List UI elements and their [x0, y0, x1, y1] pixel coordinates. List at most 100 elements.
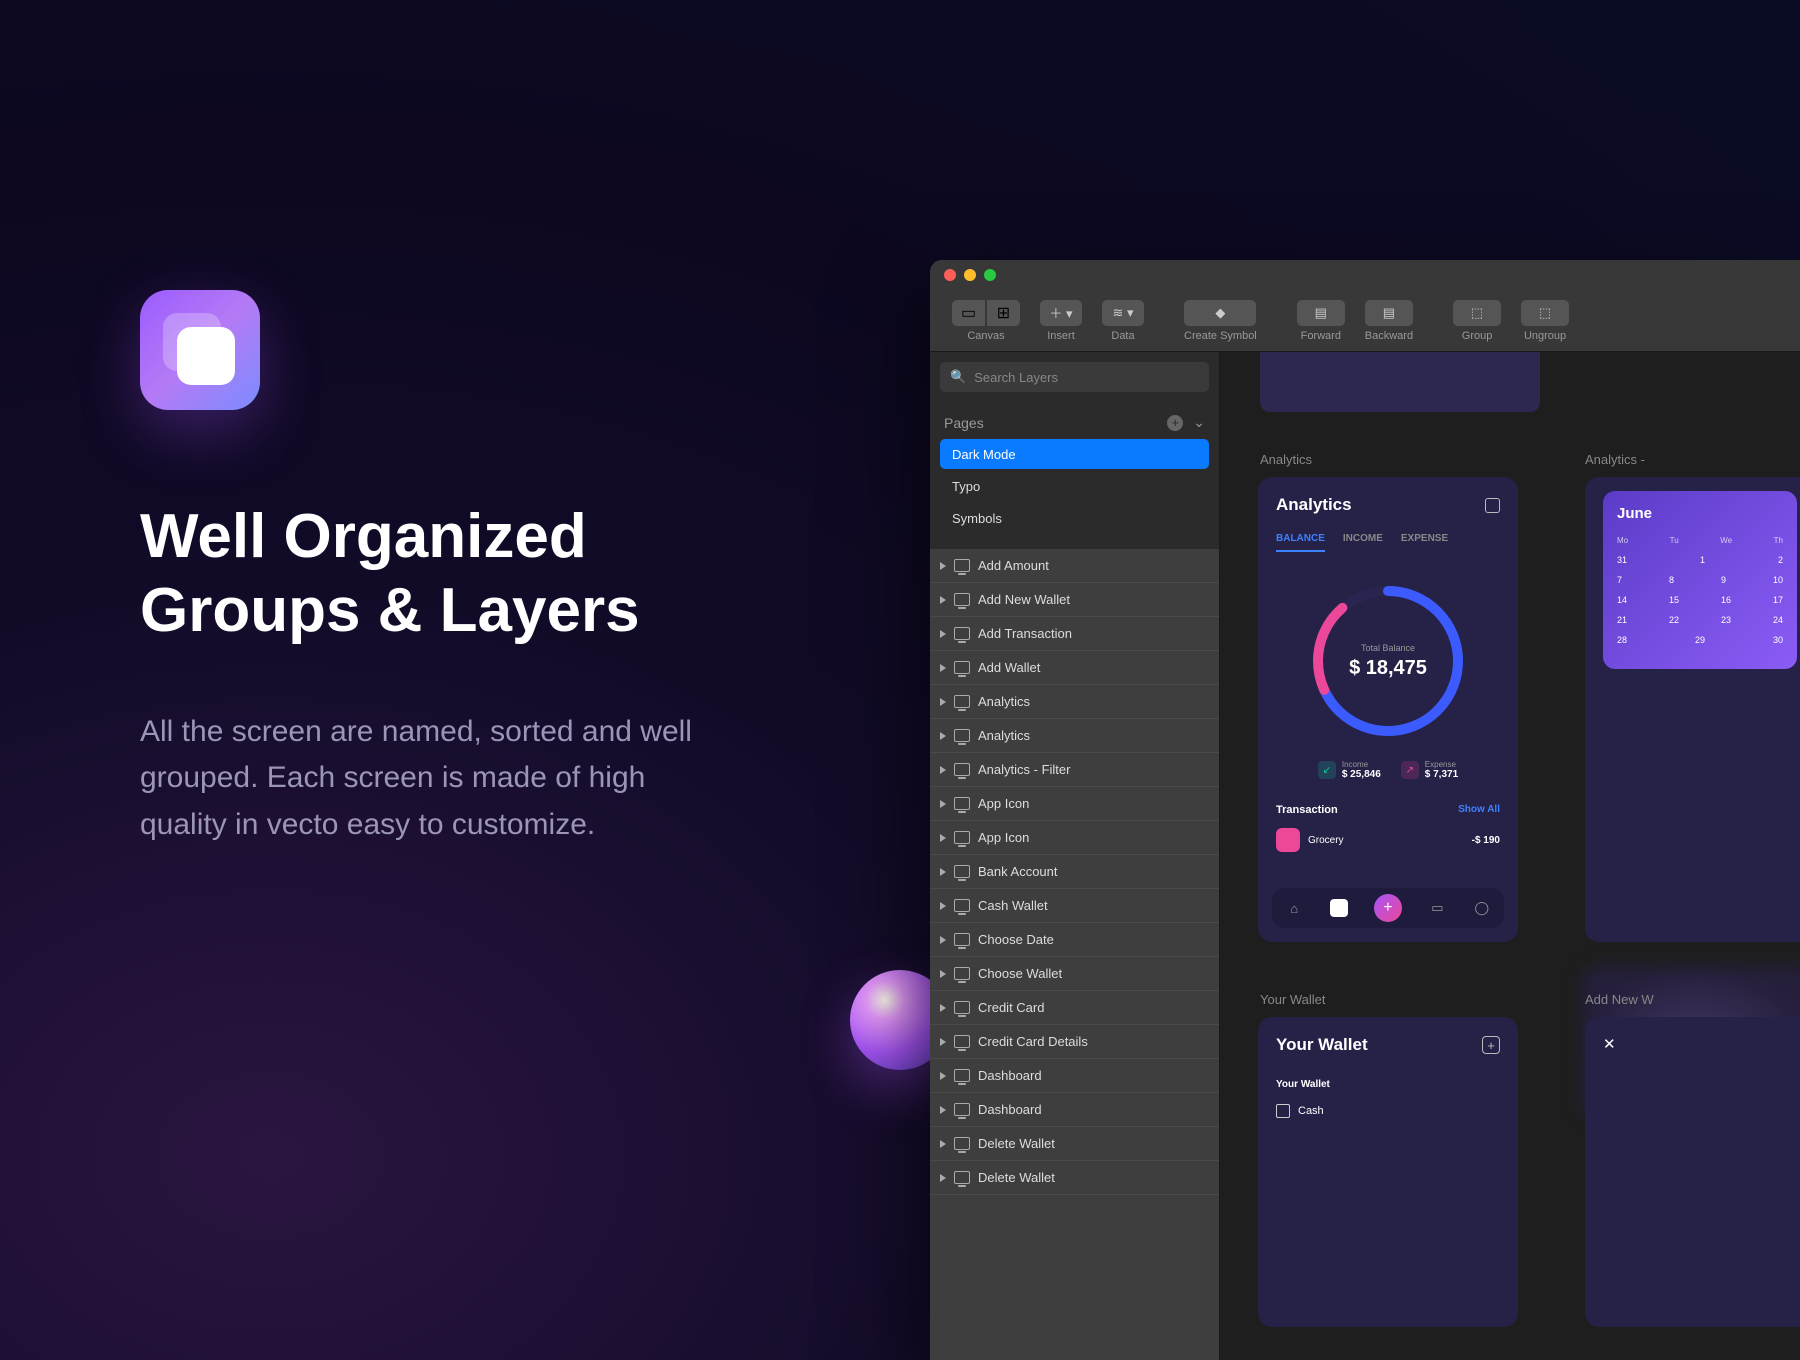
chart-icon[interactable] — [1330, 899, 1348, 917]
tab-balance[interactable]: BALANCE — [1276, 533, 1325, 552]
tab-income[interactable]: INCOME — [1343, 533, 1383, 552]
tool-canvas-label: Canvas — [967, 330, 1004, 342]
content-area: 🔍 Search Layers Pages + ⌄ Dark Mode Typo… — [930, 352, 1800, 1360]
profile-icon[interactable]: ◯ — [1473, 899, 1491, 917]
disclosure-triangle-icon[interactable] — [940, 698, 946, 706]
tool-data[interactable]: ≋ ▾ Data — [1094, 300, 1152, 342]
add-wallet-icon[interactable]: + — [1482, 1036, 1500, 1054]
disclosure-triangle-icon[interactable] — [940, 732, 946, 740]
disclosure-triangle-icon[interactable] — [940, 766, 946, 774]
tool-group[interactable]: ⬚ Group — [1445, 300, 1509, 342]
layer-item[interactable]: Credit Card — [930, 991, 1219, 1025]
page-item-symbols[interactable]: Symbols — [940, 503, 1209, 533]
tool-insert[interactable]: ＋ ▾ Insert — [1032, 300, 1090, 342]
layer-item[interactable]: Add Amount — [930, 549, 1219, 583]
disclosure-triangle-icon[interactable] — [940, 970, 946, 978]
transaction-name: Grocery — [1308, 835, 1464, 846]
layer-item[interactable]: Delete Wallet — [930, 1161, 1219, 1195]
tab-expense[interactable]: EXPENSE — [1401, 533, 1448, 552]
window-min-dot[interactable] — [964, 269, 976, 281]
screen-analytics[interactable]: Analytics BALANCE INCOME EXPENSE Total — [1258, 477, 1518, 942]
layer-item[interactable]: Bank Account — [930, 855, 1219, 889]
disclosure-triangle-icon[interactable] — [940, 800, 946, 808]
layer-item[interactable]: Analytics — [930, 719, 1219, 753]
layer-item[interactable]: Choose Wallet — [930, 957, 1219, 991]
tool-ungroup[interactable]: ⬚ Ungroup — [1513, 300, 1577, 342]
layer-item[interactable]: App Icon — [930, 787, 1219, 821]
layer-item[interactable]: Credit Card Details — [930, 1025, 1219, 1059]
screen-analytics-filter[interactable]: June MoTuWeTh 3112 78910 14151617 212223… — [1585, 477, 1800, 942]
disclosure-triangle-icon[interactable] — [940, 630, 946, 638]
analytics-stats: ↙ Income $ 25,846 ↗ Expense $ 7,371 — [1276, 760, 1500, 780]
layer-item[interactable]: Add Transaction — [930, 617, 1219, 651]
tool-backward[interactable]: ▤ Backward — [1357, 300, 1421, 342]
tool-forward-label: Forward — [1301, 330, 1341, 342]
artboard-label-analytics[interactable]: Analytics — [1260, 452, 1312, 467]
transaction-item[interactable]: Grocery -$ 190 — [1276, 828, 1500, 852]
canvas-viewport[interactable]: Analytics Analytics - Analytics BALANCE … — [1220, 352, 1800, 1360]
pages-header-label: Pages — [944, 415, 984, 431]
app-icon-glyph — [177, 327, 235, 385]
page-item-typo[interactable]: Typo — [940, 471, 1209, 501]
disclosure-triangle-icon[interactable] — [940, 1140, 946, 1148]
artboard-icon — [954, 1001, 970, 1014]
add-button[interactable]: + — [1374, 894, 1402, 922]
disclosure-triangle-icon[interactable] — [940, 834, 946, 842]
layer-item[interactable]: Add New Wallet — [930, 583, 1219, 617]
window-max-dot[interactable] — [984, 269, 996, 281]
home-icon[interactable]: ⌂ — [1285, 899, 1303, 917]
disclosure-triangle-icon[interactable] — [940, 868, 946, 876]
layer-item[interactable]: App Icon — [930, 821, 1219, 855]
artboard-label-analytics2[interactable]: Analytics - — [1585, 452, 1645, 467]
layer-label: Analytics — [978, 728, 1030, 743]
screen-wallet[interactable]: Your Wallet + Your Wallet Cash — [1258, 1017, 1518, 1327]
artboard-label-addnew[interactable]: Add New W — [1585, 992, 1654, 1007]
tool-forward[interactable]: ▤ Forward — [1289, 300, 1353, 342]
disclosure-triangle-icon[interactable] — [940, 902, 946, 910]
calendar-row2: 78910 — [1617, 575, 1783, 585]
layer-item[interactable]: Cash Wallet — [930, 889, 1219, 923]
disclosure-triangle-icon[interactable] — [940, 596, 946, 604]
layer-item[interactable]: Add Wallet — [930, 651, 1219, 685]
layer-item[interactable]: Dashboard — [930, 1093, 1219, 1127]
app-icon — [140, 290, 260, 410]
tool-create-symbol[interactable]: ◆ Create Symbol — [1176, 300, 1265, 342]
screen-add-new-wallet[interactable]: ✕ — [1585, 1017, 1800, 1327]
tool-canvas[interactable]: ▭⊞ Canvas — [944, 300, 1028, 342]
artboard-label-wallet[interactable]: Your Wallet — [1260, 992, 1326, 1007]
disclosure-triangle-icon[interactable] — [940, 1106, 946, 1114]
layer-item[interactable]: Analytics — [930, 685, 1219, 719]
disclosure-triangle-icon[interactable] — [940, 664, 946, 672]
layer-item[interactable]: Choose Date — [930, 923, 1219, 957]
close-icon[interactable]: ✕ — [1603, 1036, 1616, 1053]
layer-item[interactable]: Dashboard — [930, 1059, 1219, 1093]
donut-value: $ 18,475 — [1349, 657, 1427, 680]
layer-label: Analytics - Filter — [978, 762, 1070, 777]
disclosure-triangle-icon[interactable] — [940, 1038, 946, 1046]
page-item-dark-mode[interactable]: Dark Mode — [940, 439, 1209, 469]
window-close-dot[interactable] — [944, 269, 956, 281]
wallet-item-cash[interactable]: Cash — [1276, 1104, 1500, 1118]
transaction-showall[interactable]: Show All — [1458, 804, 1500, 816]
artboard-icon — [954, 661, 970, 674]
search-input[interactable]: 🔍 Search Layers — [940, 362, 1209, 392]
add-page-icon[interactable]: + — [1167, 415, 1183, 431]
disclosure-triangle-icon[interactable] — [940, 562, 946, 570]
disclosure-triangle-icon[interactable] — [940, 1072, 946, 1080]
hero-heading-line1: Well Organized — [140, 502, 587, 571]
income-value: $ 25,846 — [1342, 769, 1381, 780]
layer-item[interactable]: Analytics - Filter — [930, 753, 1219, 787]
layer-item[interactable]: Delete Wallet — [930, 1127, 1219, 1161]
disclosure-triangle-icon[interactable] — [940, 1174, 946, 1182]
toolbar: ▭⊞ Canvas ＋ ▾ Insert ≋ ▾ Data ◆ Create S… — [930, 290, 1800, 352]
disclosure-triangle-icon[interactable] — [940, 936, 946, 944]
disclosure-triangle-icon[interactable] — [940, 1004, 946, 1012]
layers-list[interactable]: Add AmountAdd New WalletAdd TransactionA… — [930, 549, 1219, 1360]
analytics-tabs: BALANCE INCOME EXPENSE — [1276, 533, 1500, 552]
wallet-icon[interactable]: ▭ — [1428, 899, 1446, 917]
tool-create-symbol-label: Create Symbol — [1184, 330, 1257, 342]
calendar-widget[interactable]: June MoTuWeTh 3112 78910 14151617 212223… — [1603, 491, 1797, 669]
calendar-icon[interactable] — [1485, 498, 1500, 513]
chevron-down-icon[interactable]: ⌄ — [1193, 414, 1205, 431]
tool-ungroup-label: Ungroup — [1524, 330, 1566, 342]
